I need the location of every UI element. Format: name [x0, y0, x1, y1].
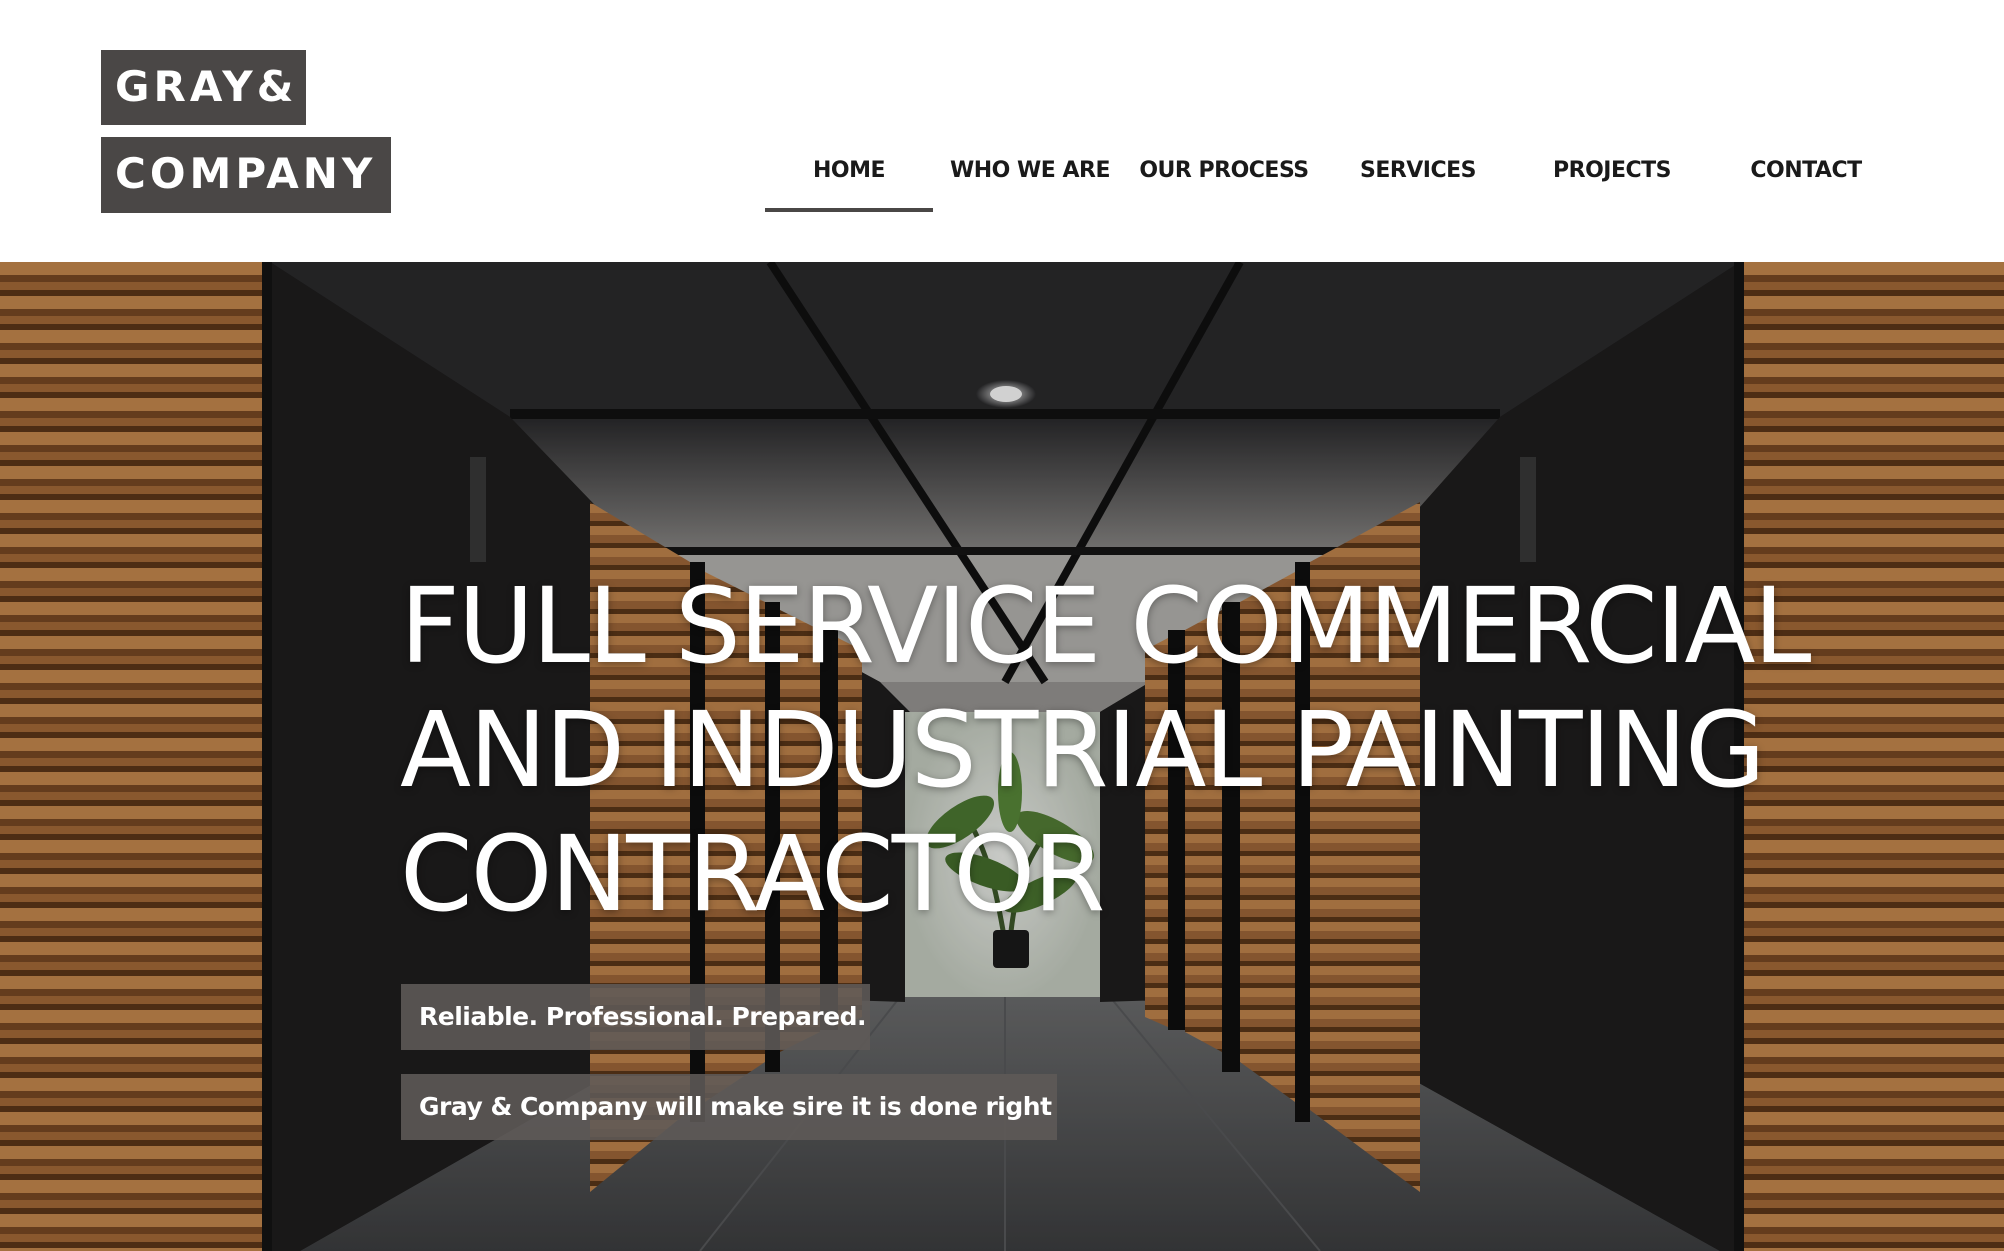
hero-title-line-2: AND INDUSTRIAL PAINTING [400, 689, 1766, 811]
page: GRAY& COMPANY HOME WHO WE ARE OUR PROCES… [0, 0, 2004, 1251]
logo-line-gray: GRAY& [101, 50, 306, 125]
hero-title-line-1: FULL SERVICE COMMERCIAL [400, 565, 1811, 687]
hero-title: FULL SERVICE COMMERCIAL AND INDUSTRIAL P… [400, 564, 1990, 936]
hero-section: FULL SERVICE COMMERCIAL AND INDUSTRIAL P… [0, 262, 2004, 1251]
nav-item-services[interactable]: SERVICES [1321, 150, 1515, 212]
site-header: GRAY& COMPANY HOME WHO WE ARE OUR PROCES… [0, 0, 2004, 262]
main-nav: HOME WHO WE ARE OUR PROCESS SERVICES PRO… [765, 150, 1903, 212]
nav-item-projects[interactable]: PROJECTS [1515, 150, 1709, 212]
nav-item-who-we-are[interactable]: WHO WE ARE [933, 150, 1127, 212]
nav-item-home[interactable]: HOME [765, 150, 933, 212]
hero-title-line-3: CONTRACTOR [400, 813, 1105, 935]
site-logo[interactable]: GRAY& COMPANY [101, 50, 391, 213]
hero-tagline: Reliable. Professional. Prepared. [401, 984, 870, 1050]
nav-item-our-process[interactable]: OUR PROCESS [1127, 150, 1321, 212]
hero-subtagline: Gray & Company will make sire it is done… [401, 1074, 1057, 1140]
nav-item-contact[interactable]: CONTACT [1709, 150, 1903, 212]
logo-line-company: COMPANY [101, 137, 391, 213]
